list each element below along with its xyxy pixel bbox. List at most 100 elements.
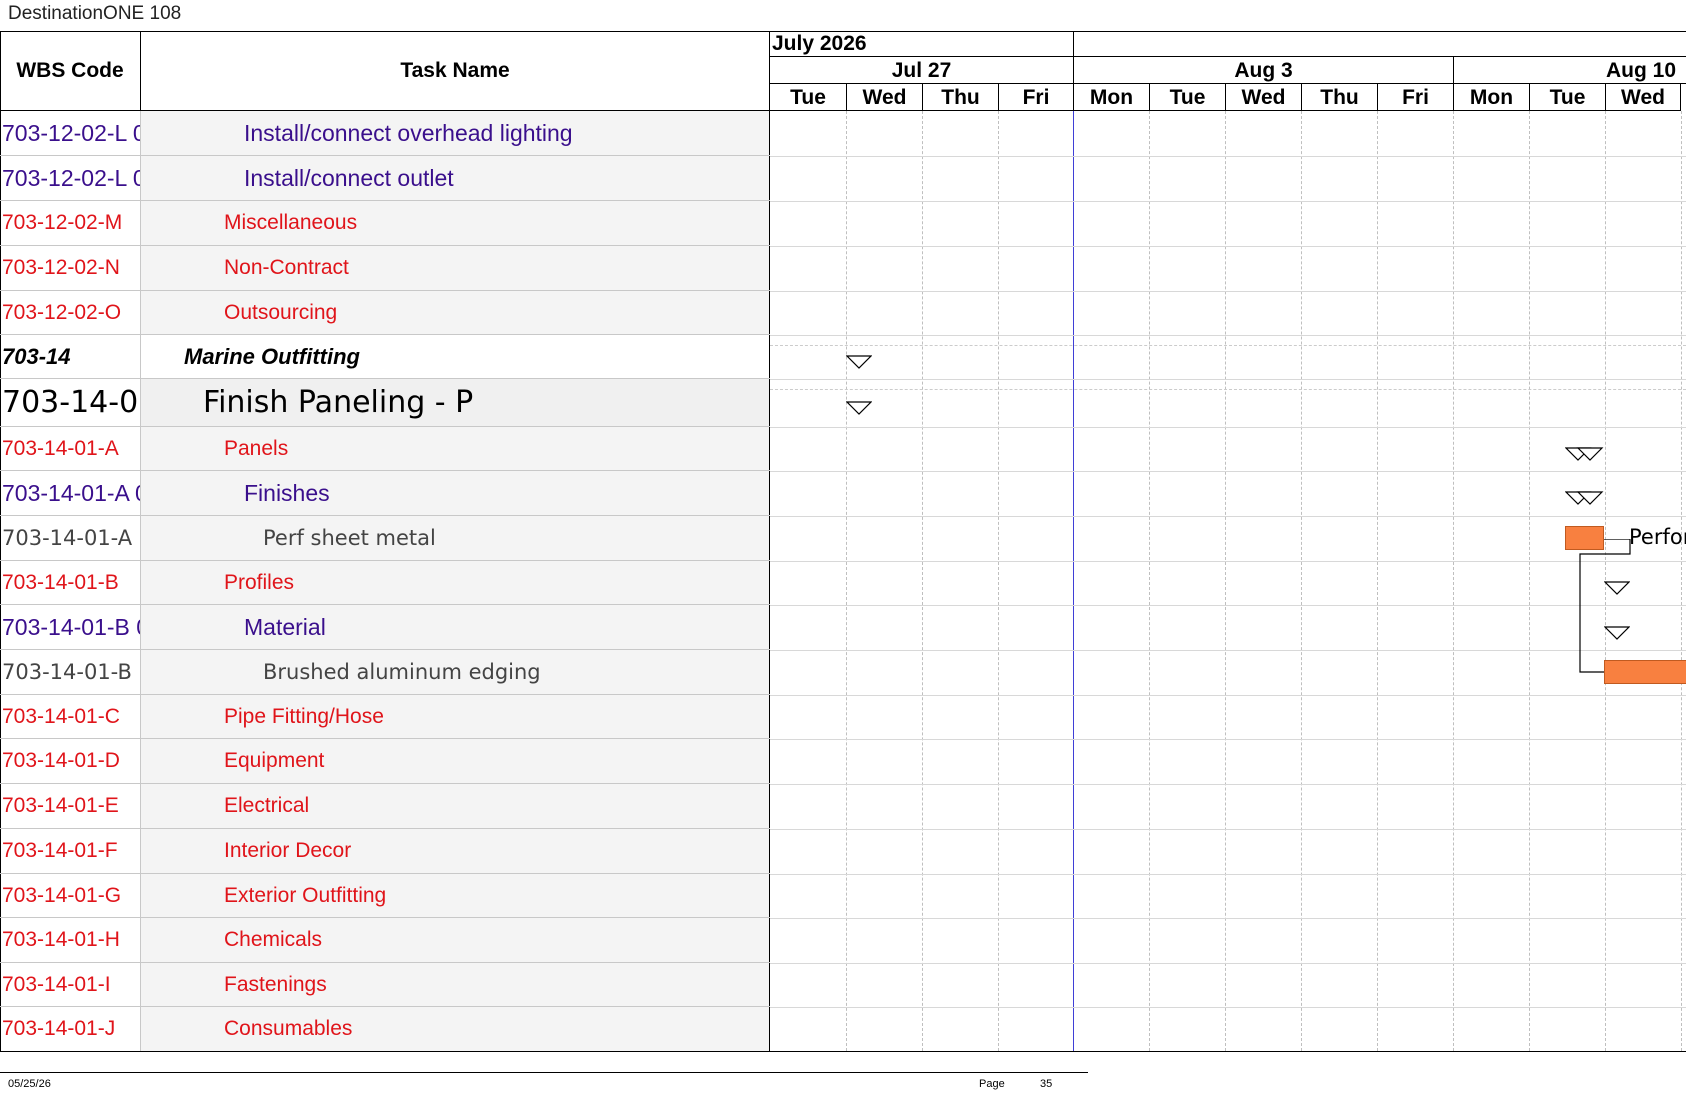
row-line	[770, 739, 1686, 740]
timeline-day: Thu	[1301, 84, 1377, 111]
timeline-day: Thu	[922, 84, 998, 111]
row-line	[770, 829, 1686, 830]
day-gridline	[1301, 111, 1302, 1051]
row-line	[770, 605, 1686, 606]
task-name: Equipment	[141, 739, 770, 783]
summary-start-marker-icon[interactable]	[846, 355, 872, 369]
table-row[interactable]: 703-14-01-A Panels	[0, 427, 770, 471]
task-name: Material	[141, 605, 770, 649]
table-row[interactable]: 703-12-02-N Non-Contract	[0, 246, 770, 291]
footer-divider	[0, 1072, 1088, 1073]
wbs-code: 703-14-01-C	[0, 695, 141, 738]
table-row[interactable]: 703-14-01-B Profiles	[0, 561, 770, 605]
task-name: Profiles	[141, 561, 770, 604]
summary-row-band	[770, 345, 1686, 346]
wbs-code: 703-12-02-M	[0, 201, 141, 245]
timeline-week-aug10: Aug 10	[1453, 57, 1686, 84]
timeline-week-jul27: Jul 27	[770, 57, 1073, 84]
table-row[interactable]: 703-14-01-B 01 Brushed aluminum edging	[0, 650, 770, 695]
task-name: Finishes	[141, 471, 770, 515]
wbs-code: 703-14-01-B 0	[0, 605, 141, 649]
table-row[interactable]: 703-14-01-A 01 Perf sheet metal	[0, 516, 770, 561]
row-line	[770, 427, 1686, 428]
footer-page-label: Page	[979, 1078, 1005, 1090]
summary-range-marker-icon[interactable]	[1565, 447, 1605, 461]
task-name: Panels	[141, 427, 770, 470]
summary-start-marker-icon[interactable]	[846, 401, 872, 415]
day-gridline	[1453, 111, 1454, 1051]
row-line	[770, 291, 1686, 292]
table-row[interactable]: 703-12-02-L 0 Install/connect outlet	[0, 156, 770, 201]
row-line	[770, 379, 1686, 380]
footer-date: 05/25/26	[8, 1078, 51, 1090]
row-line	[770, 471, 1686, 472]
dependency-connector	[1579, 539, 1631, 673]
table-row[interactable]: 703-12-02-M Miscellaneous	[0, 201, 770, 246]
wbs-code: 703-14-01-B	[0, 561, 141, 604]
day-gridline	[846, 111, 847, 1051]
table-row[interactable]: 703-14-01-H Chemicals	[0, 918, 770, 963]
table-row[interactable]: 703-14-01-F Interior Decor	[0, 829, 770, 874]
wbs-code: 703-14-01-J	[0, 1007, 141, 1051]
timeline-day: Tue	[770, 84, 846, 111]
row-line	[770, 963, 1686, 964]
task-name: Non-Contract	[141, 246, 770, 290]
day-gridline	[1225, 111, 1226, 1051]
task-name-column-header[interactable]: Task Name	[141, 31, 770, 111]
task-name: Marine Outfitting	[141, 335, 770, 378]
table-row[interactable]: 703-14-01-D Equipment	[0, 739, 770, 784]
summary-range-marker-icon[interactable]	[1565, 491, 1605, 505]
task-name: Fastenings	[141, 963, 770, 1006]
wbs-code: 703-14-01-B 01	[0, 650, 141, 694]
day-gridline	[1529, 111, 1530, 1051]
wbs-code: 703-14-01-A	[0, 427, 141, 470]
row-line	[770, 335, 1686, 336]
task-name: Finish Paneling - P	[141, 379, 770, 426]
row-line	[770, 561, 1686, 562]
wbs-code: 703-14-01-E	[0, 784, 141, 828]
wbs-code: 703-14-01-D	[0, 739, 141, 783]
timeline-day: Wed	[1225, 84, 1301, 111]
wbs-code: 703-12-02-N	[0, 246, 141, 290]
wbs-code: 703-12-02-L 0	[0, 111, 141, 155]
table-row[interactable]: 703-12-02-L 0 Install/connect overhead l…	[0, 111, 770, 156]
table-row[interactable]: 703-14-01-I Fastenings	[0, 963, 770, 1007]
row-line	[770, 246, 1686, 247]
table-row[interactable]: 703-12-02-O Outsourcing	[0, 291, 770, 335]
task-name: Chemicals	[141, 918, 770, 962]
task-name: Install/connect outlet	[141, 156, 770, 200]
timeline-week-aug3: Aug 3	[1073, 57, 1453, 84]
task-name: Outsourcing	[141, 291, 770, 334]
table-row[interactable]: 703-14 Marine Outfitting	[0, 335, 770, 379]
row-line	[770, 156, 1686, 157]
wbs-code: 703-14-01-G	[0, 874, 141, 917]
gantt-chart-area[interactable]: Perfor	[770, 111, 1686, 1051]
wbs-code: 703-14-01-A 0	[0, 471, 141, 515]
table-row[interactable]: 703-14-01-G Exterior Outfitting	[0, 874, 770, 918]
table-row[interactable]: 703-14-01-B 0 Material	[0, 605, 770, 650]
timeline-month-next	[1073, 31, 1686, 57]
timeline-day: Mon	[1073, 84, 1149, 111]
table-row[interactable]: 703-14-01-A 0 Finishes	[0, 471, 770, 516]
table-row[interactable]: 703-14-01 Finish Paneling - P	[0, 379, 770, 427]
wbs-header-label: WBS Code	[16, 58, 124, 82]
table-row[interactable]: 703-14-01-C Pipe Fitting/Hose	[0, 695, 770, 739]
task-name: Consumables	[141, 1007, 770, 1051]
day-gridline	[1149, 111, 1150, 1051]
row-line	[770, 918, 1686, 919]
app-title: DestinationONE 108	[8, 3, 182, 24]
day-gridline	[998, 111, 999, 1051]
row-line	[770, 650, 1686, 651]
task-name: Exterior Outfitting	[141, 874, 770, 917]
table-row[interactable]: 703-14-01-J Consumables	[0, 1007, 770, 1051]
today-line	[1073, 111, 1074, 1051]
timeline-day: Wed	[846, 84, 922, 111]
timeline-day: Fri	[1377, 84, 1453, 111]
timeline-month-july: July 2026	[770, 31, 1073, 57]
table-row[interactable]: 703-14-01-E Electrical	[0, 784, 770, 829]
row-line	[770, 516, 1686, 517]
row-line	[770, 874, 1686, 875]
wbs-column-header[interactable]: WBS Code	[0, 31, 141, 111]
summary-row-band	[770, 389, 1686, 390]
task-name: Interior Decor	[141, 829, 770, 873]
